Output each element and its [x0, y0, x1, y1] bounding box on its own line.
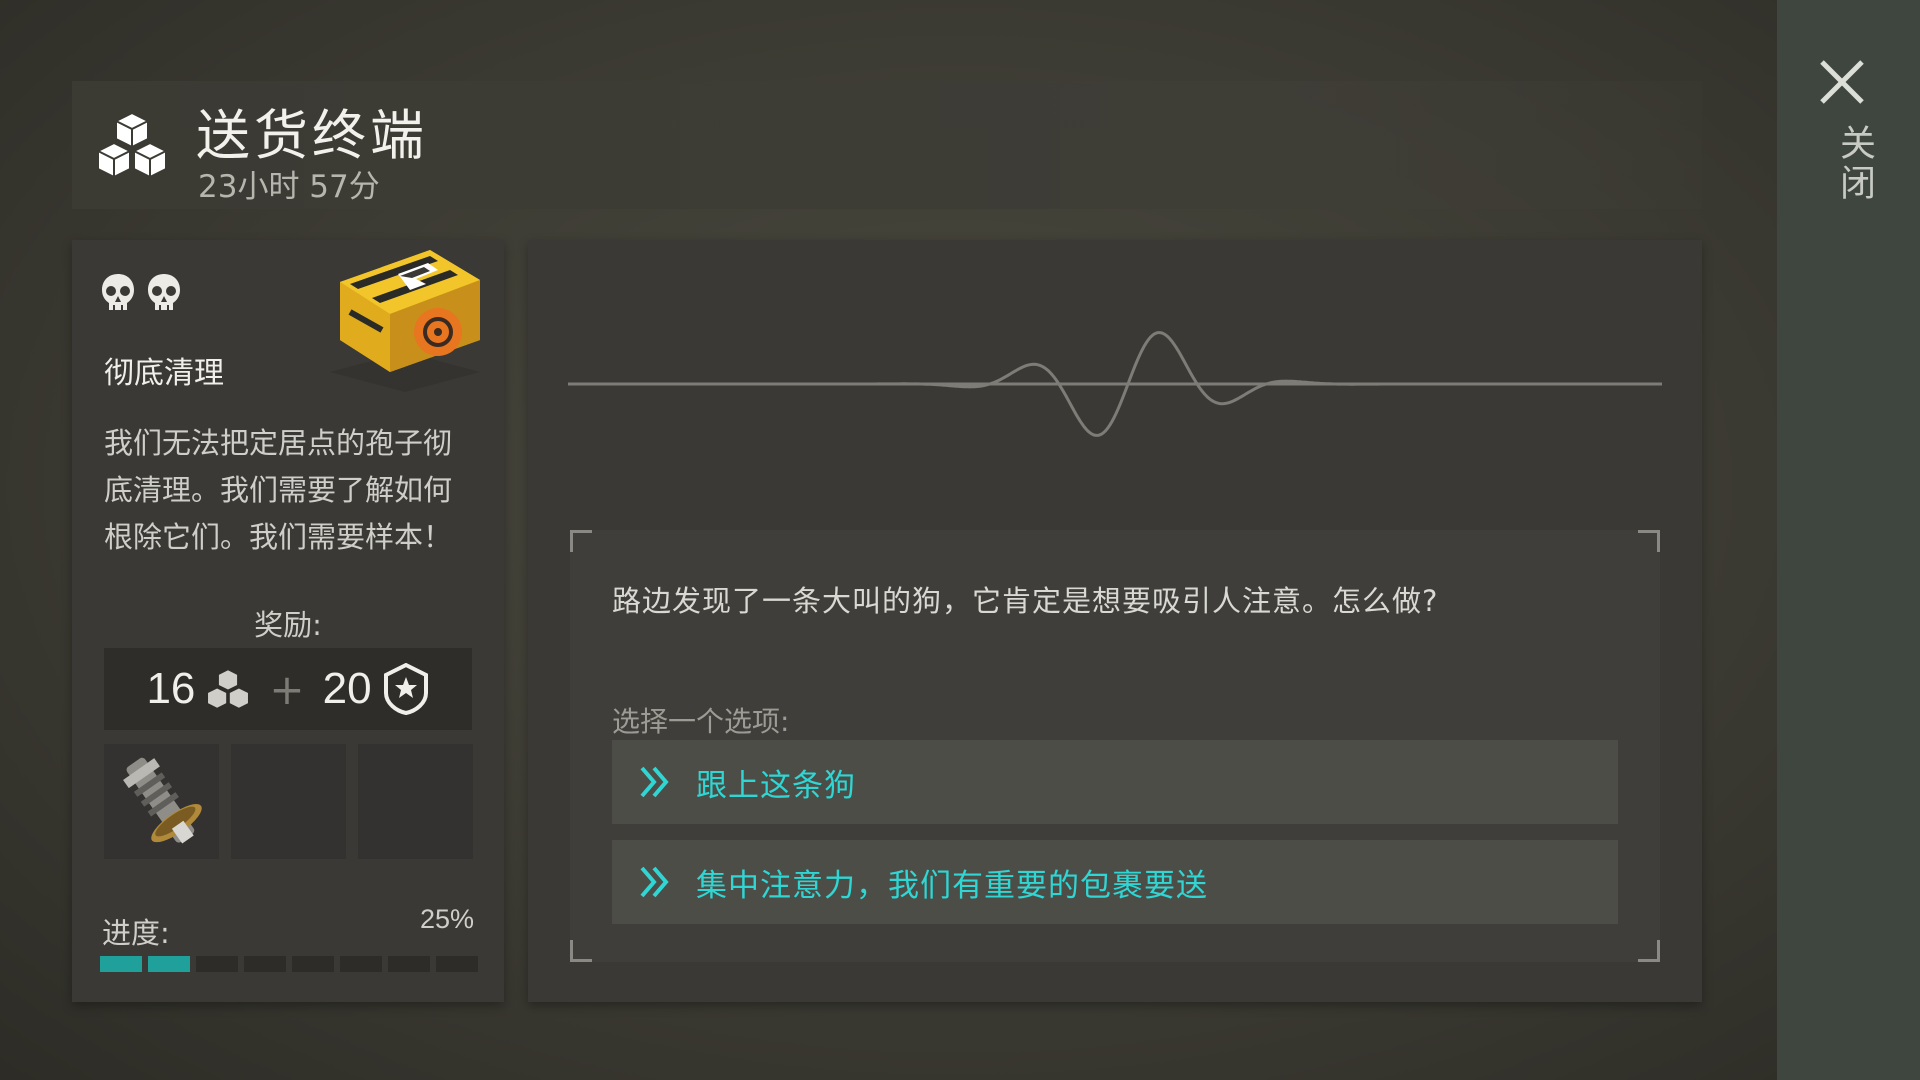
reward-plus: + [269, 664, 305, 714]
boxes-icon [207, 668, 250, 710]
progress-percent: 25% [419, 904, 474, 934]
difficulty-skulls [100, 272, 182, 314]
progress-segment [148, 956, 190, 972]
progress-segment [244, 956, 286, 972]
skull-icon [148, 274, 180, 310]
choose-option-label: 选择一个选项: [612, 705, 790, 738]
frame-corner [1638, 940, 1660, 962]
dialog-text: 路边发现了一条大叫的狗，它肯定是想要吸引人注意。怎么做? [612, 584, 1439, 618]
frame-corner [1638, 530, 1660, 552]
dialog-panel: 路边发现了一条大叫的狗，它肯定是想要吸引人注意。怎么做? 选择一个选项: 跟上这… [528, 240, 1702, 1002]
skull-icon [102, 274, 134, 310]
reward-label: 奖励: [254, 608, 322, 642]
boxes-icon [97, 111, 167, 179]
option-focus-delivery-button[interactable]: 集中注意力，我们有重要的包裹要送 [612, 840, 1618, 924]
option-label: 跟上这条狗 [696, 767, 856, 804]
biohazard-crate-image [330, 250, 480, 392]
progress-segment [196, 956, 238, 972]
reward-item-slots [104, 744, 473, 859]
close-label: 关闭 [1834, 124, 1875, 204]
reputation-shield-icon [383, 663, 428, 715]
option-label: 集中注意力，我们有重要的包裹要送 [696, 867, 1208, 904]
frame-corner [570, 530, 592, 552]
mission-title: 彻底清理 [104, 356, 224, 391]
reward-item-slot[interactable] [104, 744, 219, 859]
radio-waveform [568, 331, 1662, 437]
gear-shaft-item-icon [123, 757, 202, 844]
reward-boxes-count: 16 [146, 664, 196, 713]
progress-bar [100, 956, 478, 972]
double-chevron-right-icon [640, 866, 669, 898]
reward-item-slot-empty [231, 744, 346, 859]
terminal-header: 送货终端 23小时 57分 [72, 81, 1702, 209]
progress-segment [100, 956, 142, 972]
option-follow-dog-button[interactable]: 跟上这条狗 [612, 740, 1618, 824]
progress-segment [340, 956, 382, 972]
close-icon [1820, 60, 1864, 104]
double-chevron-right-icon [640, 766, 669, 798]
mission-description: 我们无法把定居点的孢子彻底清理。我们需要了解如何根除它们。我们需要样本！ [104, 426, 453, 554]
mission-card: 彻底清理 我们无法把定居点的孢子彻底清理。我们需要了解如何根除它们。我们需要样本… [72, 240, 504, 1002]
dialog-box: 路边发现了一条大叫的狗，它肯定是想要吸引人注意。怎么做? 选择一个选项: 跟上这… [570, 530, 1660, 962]
progress-segment [436, 956, 478, 972]
reward-item-slot-empty [358, 744, 473, 859]
page-title: 送货终端 [196, 104, 428, 167]
progress-segment [292, 956, 334, 972]
close-button[interactable]: 关闭 [1808, 50, 1880, 230]
progress-segment [388, 956, 430, 972]
frame-corner [570, 940, 592, 962]
timer-text: 23小时 57分 [198, 169, 380, 205]
progress-label: 进度: [102, 916, 170, 950]
reward-box: 16 + 20 [104, 648, 472, 730]
reward-reputation-count: 20 [322, 664, 372, 713]
